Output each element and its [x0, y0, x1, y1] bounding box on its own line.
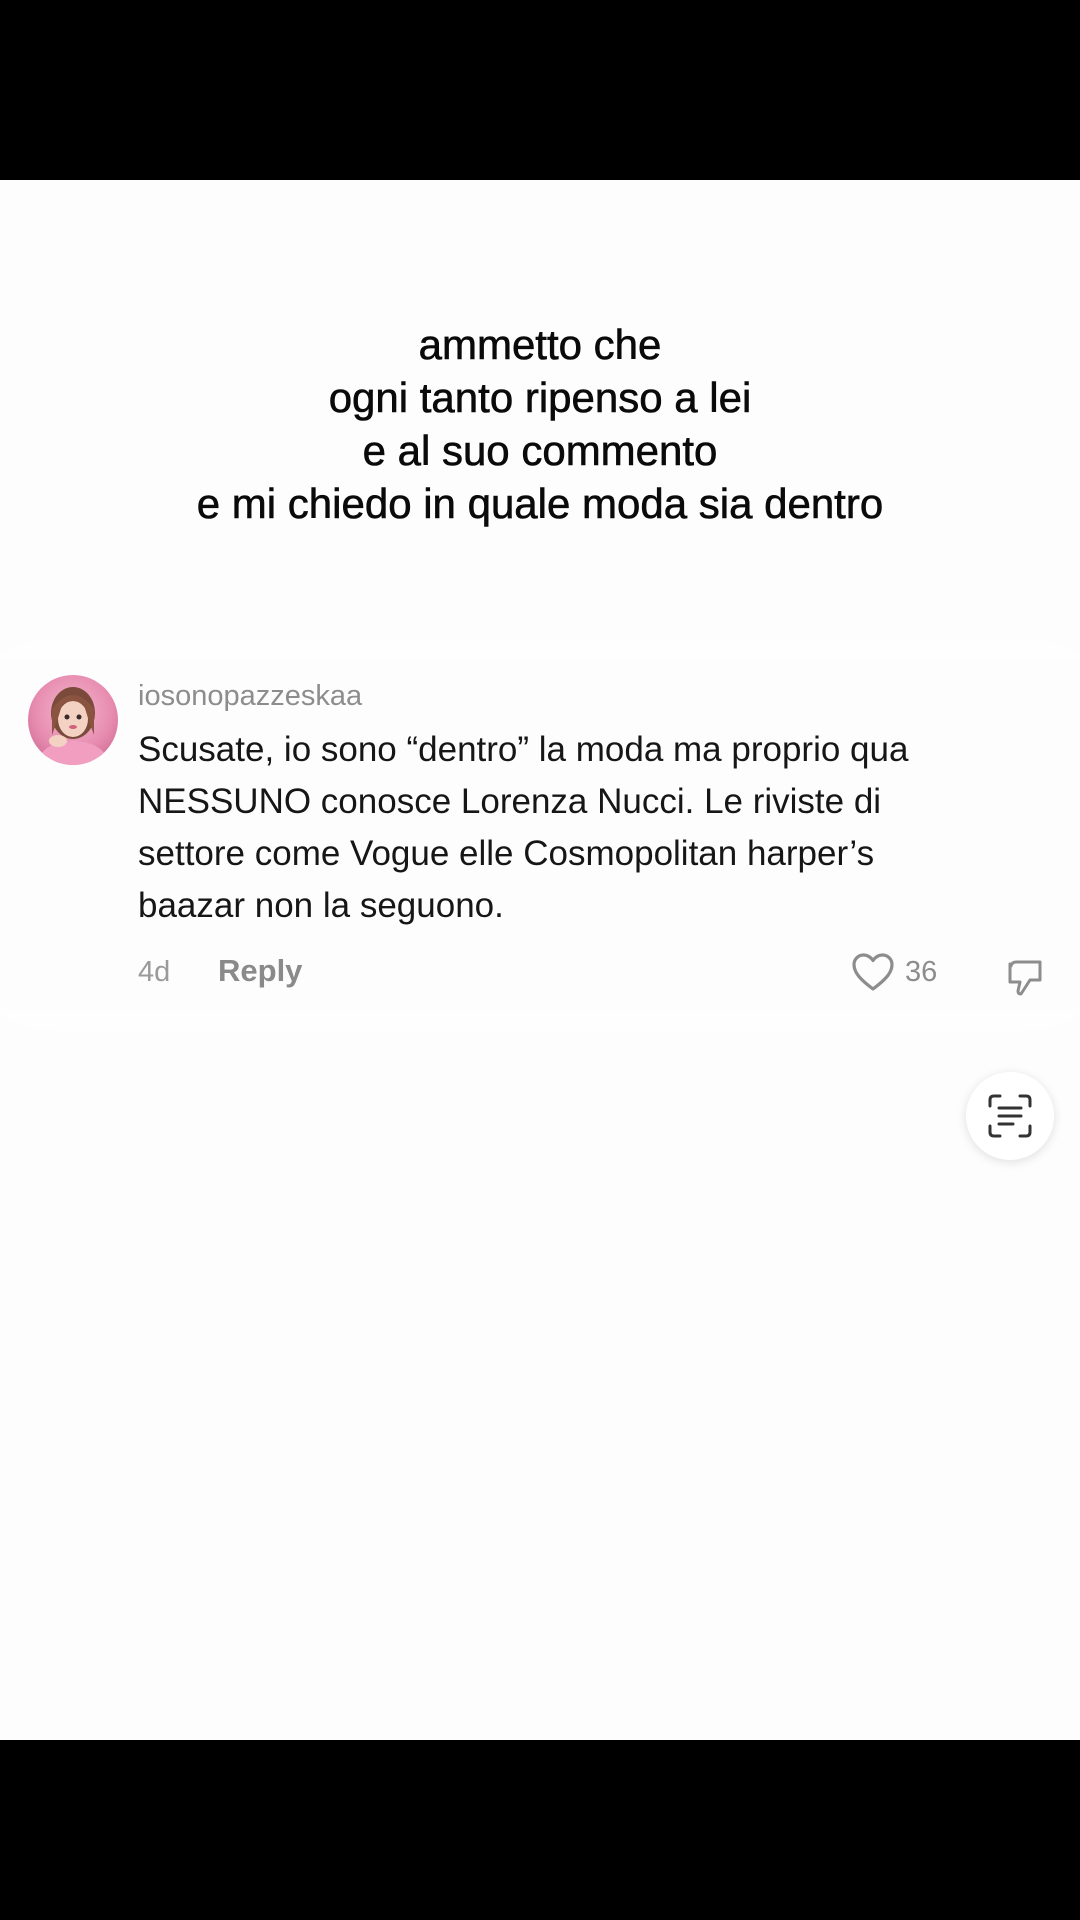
- dislike-button[interactable]: [1002, 956, 1046, 1001]
- thumbs-down-icon: [1008, 960, 1042, 996]
- text-scan-icon: [988, 1094, 1032, 1138]
- caption-line: ammetto che: [418, 321, 662, 369]
- heart-outline-icon: [852, 953, 894, 991]
- comment-text-line: NESSUNO conosce Lorenza Nucci. Le rivist…: [138, 782, 882, 821]
- letterbox-top: [0, 0, 1080, 180]
- reply-button[interactable]: Reply: [218, 952, 302, 990]
- avatar[interactable]: [28, 675, 118, 765]
- comment-text-line: settore come Vogue elle Cosmopolitan har…: [138, 834, 875, 873]
- like-count: 36: [905, 956, 938, 988]
- video-caption: ammetto che ogni tanto ripenso a lei e a…: [0, 318, 1080, 530]
- caption-line: e al suo commento: [362, 427, 718, 475]
- like-button[interactable]: 36: [851, 950, 937, 994]
- comment-text-line: Scusate, io sono “dentro” la moda ma pro…: [138, 730, 909, 769]
- comment-text: Scusate, io sono “dentro” la moda ma pro…: [138, 724, 1018, 932]
- caption-line: e mi chiedo in quale moda sia dentro: [196, 480, 884, 528]
- text-scan-button[interactable]: [966, 1072, 1054, 1160]
- comment-username[interactable]: iosonopazzeskaa: [138, 678, 362, 714]
- letterbox-bottom: [0, 1740, 1080, 1920]
- comment-text-line: baazar non la seguono.: [138, 886, 504, 925]
- comment-timestamp: 4d: [138, 956, 171, 988]
- caption-line: ogni tanto ripenso a lei: [328, 374, 752, 422]
- profile-photo-icon: [39, 687, 107, 765]
